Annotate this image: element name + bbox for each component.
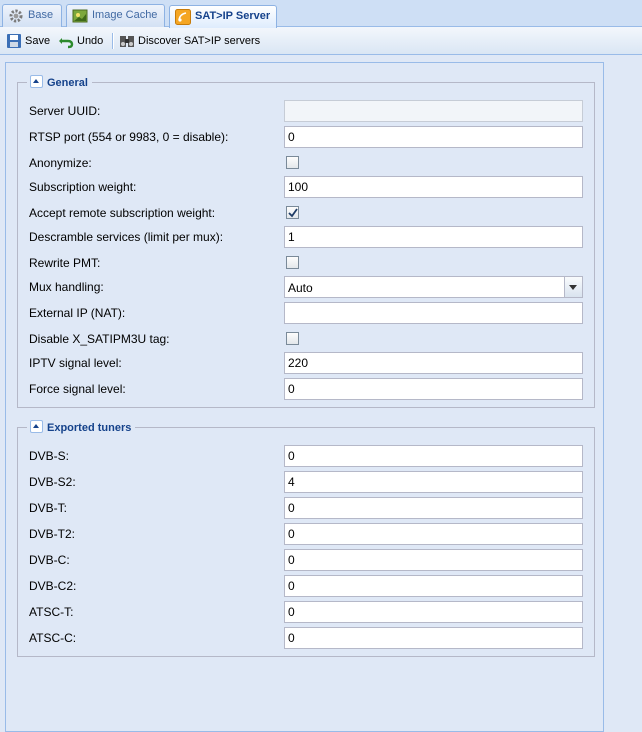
tab-base[interactable]: Base [2, 4, 62, 27]
accept-remote-weight-label: Accept remote subscription weight: [29, 206, 216, 220]
tab-image-cache[interactable]: Image Cache [66, 4, 165, 27]
force-signal-field[interactable] [284, 378, 583, 400]
tuner-atsc-c-field[interactable] [284, 627, 583, 649]
discover-icon [120, 36, 134, 47]
tuner-dvb-s2-field[interactable] [284, 471, 583, 493]
tuner-dvb-t2-field[interactable] [284, 523, 583, 545]
rewrite-pmt-checkbox[interactable] [286, 256, 299, 269]
descramble-services-label: Descramble services (limit per mux): [29, 230, 224, 244]
tuner-dvb-s-field[interactable] [284, 445, 583, 467]
tuner-dvb-c-field[interactable] [284, 549, 583, 571]
iptv-signal-row: IPTV signal level: [29, 352, 585, 374]
tuner-row: DVB-C2: [29, 575, 585, 597]
mux-handling-select[interactable]: Auto [284, 276, 583, 298]
rewrite-pmt-row: Rewrite PMT: [29, 252, 585, 274]
tuner-row: DVB-T2: [29, 523, 585, 545]
anonymize-row: Anonymize: [29, 152, 585, 174]
server-uuid-field [284, 100, 583, 122]
tuner-dvb-t-field[interactable] [284, 497, 583, 519]
tuner-row: DVB-T: [29, 497, 585, 519]
disable-tag-label: Disable X_SATIPM3U tag: [29, 332, 170, 346]
accept-remote-weight-row: Accept remote subscription weight: [29, 202, 585, 224]
tab-satip-server-label: SAT>IP Server [195, 10, 271, 22]
descramble-services-field[interactable] [284, 226, 583, 248]
mux-handling-value: Auto [288, 281, 313, 295]
exported-tuners-fieldset: Exported tuners DVB-S: DVB-S2: DVB-T: DV… [17, 420, 595, 657]
anonymize-checkbox[interactable] [286, 156, 299, 169]
tuner-atsc-t-field[interactable] [284, 601, 583, 623]
force-signal-row: Force signal level: [29, 378, 585, 400]
toolbar: Save Undo Discover SAT>IP servers [0, 27, 642, 55]
tuner-row: DVB-C: [29, 549, 585, 571]
server-uuid-row: Server UUID: [29, 100, 585, 122]
descramble-services-row: Descramble services (limit per mux): [29, 226, 585, 248]
discover-servers-button[interactable]: Discover SAT>IP servers [119, 32, 260, 50]
iptv-signal-label: IPTV signal level: [29, 356, 122, 370]
server-uuid-label: Server UUID: [29, 104, 101, 118]
tuner-label: DVB-C2: [29, 579, 77, 593]
tuner-row: DVB-S: [29, 445, 585, 467]
tuner-row: ATSC-T: [29, 601, 585, 623]
disable-tag-checkbox[interactable] [286, 332, 299, 345]
general-legend: General [27, 75, 92, 90]
collapse-general-icon[interactable] [30, 75, 43, 88]
tuner-label: ATSC-T: [29, 605, 74, 619]
disable-tag-row: Disable X_SATIPM3U tag: [29, 328, 585, 350]
rewrite-pmt-label: Rewrite PMT: [29, 256, 101, 270]
anonymize-label: Anonymize: [29, 156, 92, 170]
collapse-tuners-icon[interactable] [30, 420, 43, 433]
chevron-down-icon[interactable] [564, 277, 582, 297]
toolbar-separator [112, 33, 114, 49]
tuner-row: ATSC-C: [29, 627, 585, 649]
mux-handling-label: Mux handling: [29, 280, 104, 294]
external-ip-field[interactable] [284, 302, 583, 324]
accept-remote-weight-checkbox[interactable] [286, 206, 299, 219]
rtsp-port-label: RTSP port (554 or 9983, 0 = disable): [29, 130, 229, 144]
general-fieldset: General Server UUID: RTSP port (554 or 9… [17, 75, 595, 408]
checkmark-icon [288, 208, 298, 218]
external-ip-label: External IP (NAT): [29, 306, 126, 320]
rtsp-port-field[interactable] [284, 126, 583, 148]
settings-panel: General Server UUID: RTSP port (554 or 9… [5, 62, 604, 732]
external-ip-row: External IP (NAT): [29, 302, 585, 324]
satip-server-icon [175, 9, 191, 25]
subscription-weight-row: Subscription weight: [29, 176, 585, 198]
undo-icon [59, 38, 74, 49]
tuner-label: DVB-C: [29, 553, 70, 567]
tuner-label: ATSC-C: [29, 631, 77, 645]
exported-tuners-legend: Exported tuners [27, 420, 136, 435]
iptv-signal-field[interactable] [284, 352, 583, 374]
tab-image-cache-label: Image Cache [92, 9, 158, 21]
tab-base-label: Base [28, 9, 54, 21]
save-button[interactable]: Save [6, 32, 50, 50]
subscription-weight-field[interactable] [284, 176, 583, 198]
subscription-weight-label: Subscription weight: [29, 180, 137, 194]
image-cache-icon [72, 9, 88, 23]
tuner-label: DVB-T2: [29, 527, 76, 541]
tuner-label: DVB-S: [29, 449, 70, 463]
tab-strip: Base Image Cache SAT>IP Server [0, 0, 642, 28]
tuner-row: DVB-S2: [29, 471, 585, 493]
gear-icon [9, 9, 23, 23]
tuner-label: DVB-S2: [29, 475, 76, 489]
tuner-label: DVB-T: [29, 501, 68, 515]
tuner-dvb-c2-field[interactable] [284, 575, 583, 597]
tab-satip-server[interactable]: SAT>IP Server [169, 5, 277, 28]
rtsp-port-row: RTSP port (554 or 9983, 0 = disable): [29, 126, 585, 148]
force-signal-label: Force signal level: [29, 382, 126, 396]
mux-handling-row: Mux handling: Auto [29, 276, 585, 298]
save-icon [7, 34, 21, 48]
undo-button[interactable]: Undo [58, 32, 103, 50]
